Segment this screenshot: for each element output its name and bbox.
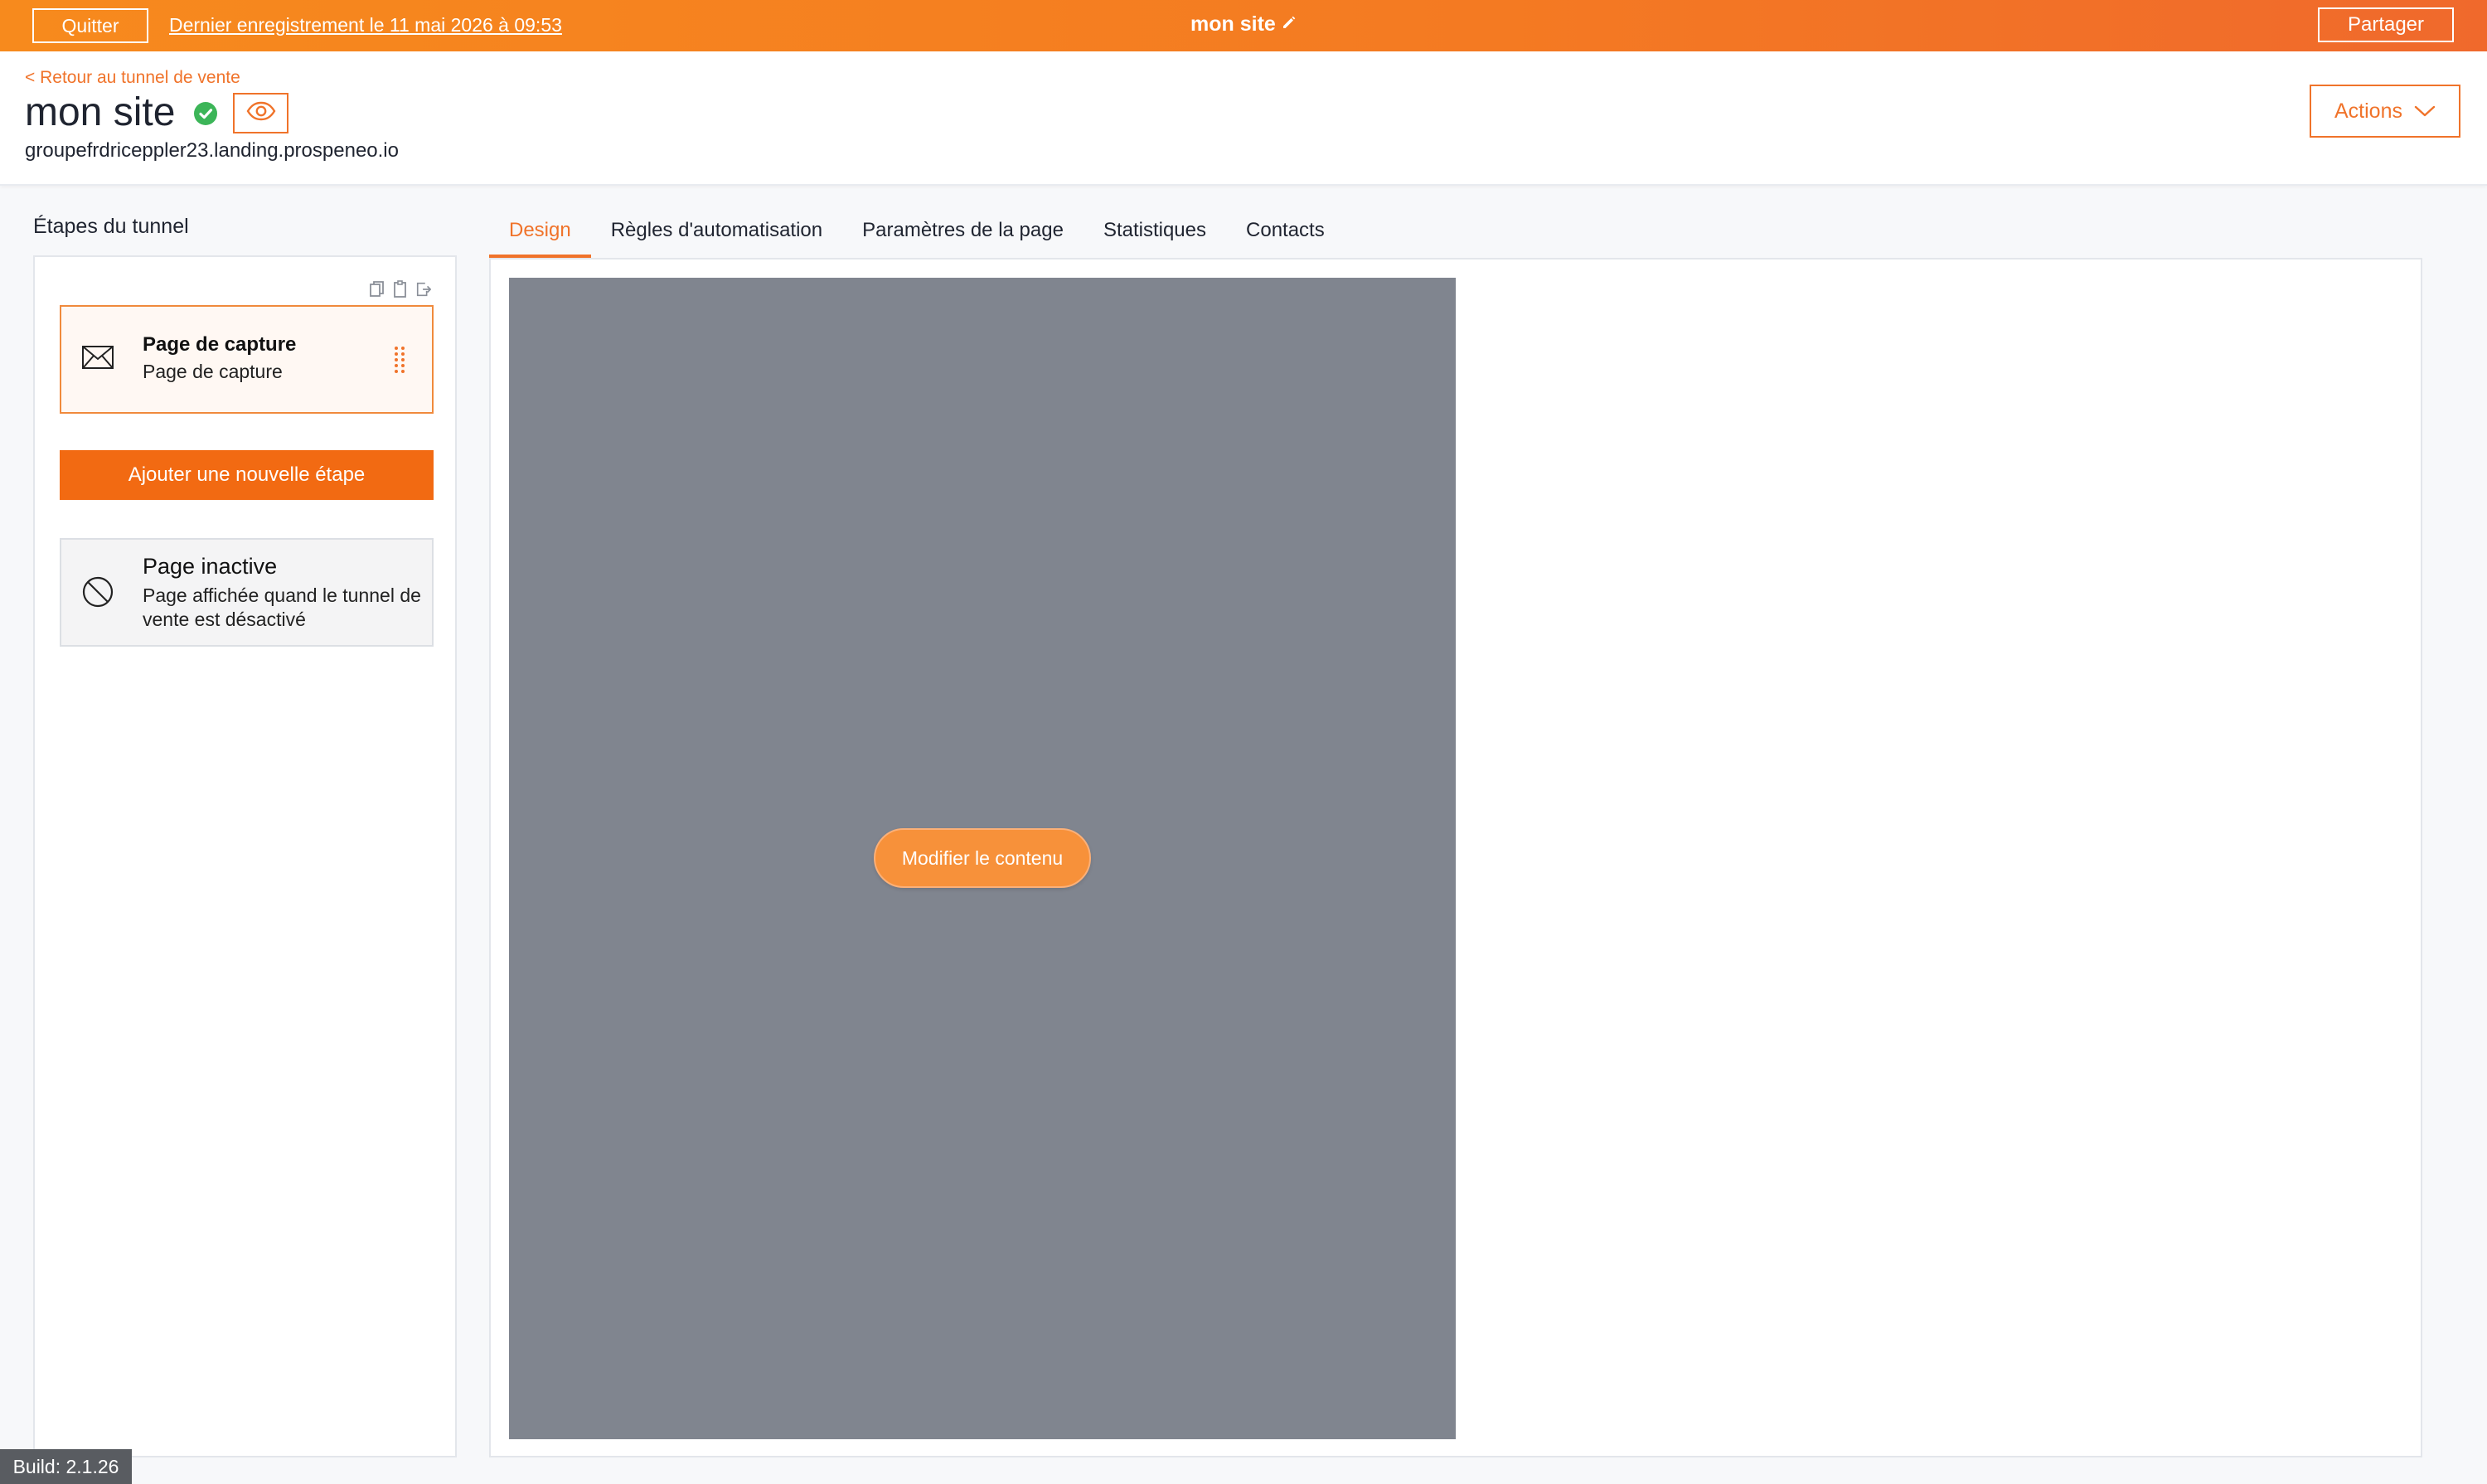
build-badge: Build: 2.1.26	[0, 1449, 132, 1484]
ban-icon	[81, 575, 114, 613]
step-title: Page de capture	[143, 333, 297, 356]
page-header: < Retour au tunnel de vente mon site gro…	[0, 51, 2487, 186]
tab-statistics[interactable]: Statistiques	[1084, 206, 1226, 258]
clipboard-icon[interactable]	[392, 280, 409, 298]
published-check-icon	[194, 102, 217, 125]
site-title-editable[interactable]: mon site	[1190, 12, 1297, 36]
steps-panel: Page de capture Page de capture Ajouter …	[33, 255, 457, 1457]
page-title: mon site	[25, 90, 176, 134]
design-panel: Modifier le contenu	[489, 258, 2422, 1457]
inactive-page-card[interactable]: Page inactive Page affichée quand le tun…	[60, 538, 434, 647]
site-title-text: mon site	[1190, 12, 1276, 36]
last-save-link[interactable]: Dernier enregistrement le 11 mai 2026 à …	[169, 14, 562, 36]
drag-handle-icon[interactable]	[394, 345, 405, 381]
site-domain: groupefrdriceppler23.landing.prospeneo.i…	[25, 139, 399, 162]
eye-icon	[246, 101, 276, 125]
quit-button[interactable]: Quitter	[32, 8, 148, 43]
add-step-button[interactable]: Ajouter une nouvelle étape	[60, 450, 434, 500]
tab-bar: Design Règles d'automatisation Paramètre…	[489, 206, 1345, 258]
page-preview: Modifier le contenu	[509, 278, 1456, 1439]
steps-heading: Étapes du tunnel	[33, 215, 189, 238]
inactive-page-title: Page inactive	[143, 554, 278, 579]
share-button[interactable]: Partager	[2318, 7, 2454, 42]
copy-icon[interactable]	[369, 280, 385, 298]
actions-dropdown[interactable]: Actions	[2310, 85, 2460, 138]
top-bar: Quitter Dernier enregistrement le 11 mai…	[0, 0, 2487, 51]
edit-content-button[interactable]: Modifier le contenu	[874, 828, 1091, 888]
tab-contacts[interactable]: Contacts	[1226, 206, 1345, 258]
preview-button[interactable]	[233, 93, 288, 133]
actions-label: Actions	[2334, 99, 2402, 123]
tab-page-settings[interactable]: Paramètres de la page	[842, 206, 1084, 258]
envelope-icon	[81, 345, 114, 374]
export-icon[interactable]	[415, 280, 432, 298]
step-card-capture[interactable]: Page de capture Page de capture	[60, 305, 434, 414]
inactive-page-description: Page affichée quand le tunnel de vente e…	[143, 584, 421, 630]
chevron-down-icon	[2414, 99, 2436, 124]
tab-automation-rules[interactable]: Règles d'automatisation	[591, 206, 842, 258]
back-to-funnel-link[interactable]: < Retour au tunnel de vente	[25, 68, 240, 88]
step-tools	[369, 280, 432, 298]
step-subtitle: Page de capture	[143, 361, 283, 382]
pencil-icon[interactable]	[1281, 12, 1297, 36]
tab-design[interactable]: Design	[489, 206, 591, 258]
